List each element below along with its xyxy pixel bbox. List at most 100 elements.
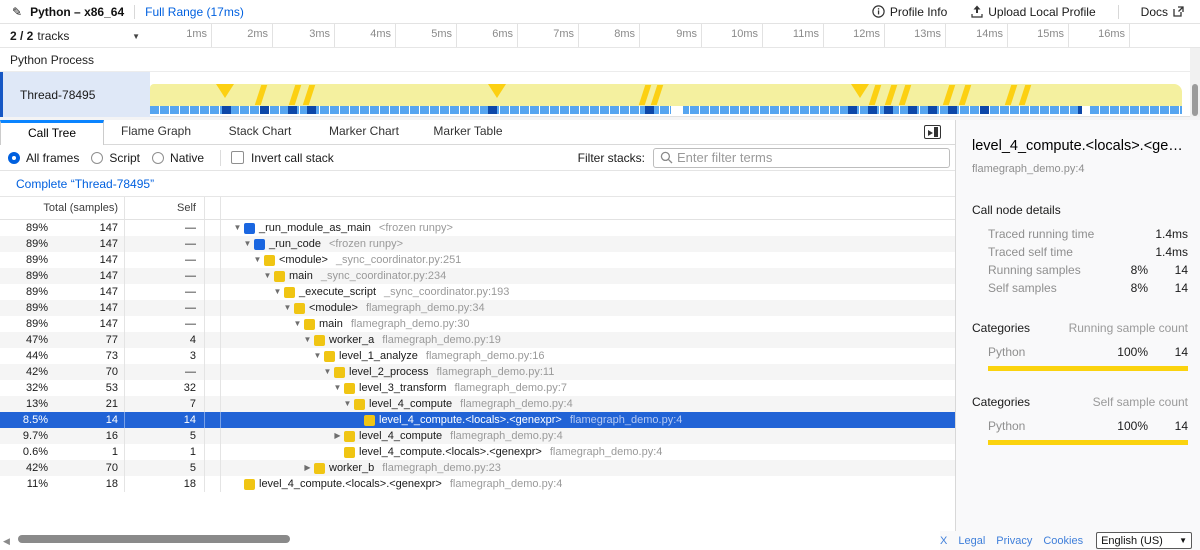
tab-call-tree[interactable]: Call Tree <box>0 120 104 145</box>
invert-call-stack-checkbox[interactable] <box>231 151 244 164</box>
thread-activity-graph[interactable] <box>150 72 1182 117</box>
footer-link-x[interactable]: X <box>940 535 947 547</box>
radio-label[interactable]: Script <box>109 151 140 165</box>
process-track-header[interactable]: Python Process <box>0 48 1200 72</box>
expand-collapse-icon[interactable]: ▼ <box>261 268 274 284</box>
upload-profile-button[interactable]: Upload Local Profile <box>959 0 1107 23</box>
footer-link-privacy[interactable]: Privacy <box>996 535 1032 547</box>
marker-slash-icon[interactable] <box>1019 85 1031 105</box>
ruler-tick-label: 14ms <box>943 28 1003 40</box>
breadcrumb-complete-thread[interactable]: Complete “Thread-78495” <box>16 177 154 191</box>
expand-collapse-icon[interactable]: ▼ <box>231 220 244 236</box>
table-row[interactable]: 11%18 18 level_4_compute.<locals>.<genex… <box>0 476 955 492</box>
radio-label[interactable]: All frames <box>26 151 79 165</box>
table-row[interactable]: 8.5%14 14 level_4_compute.<locals>.<gene… <box>0 412 955 428</box>
docs-button[interactable]: Docs <box>1129 0 1200 23</box>
tab-stack-chart[interactable]: Stack Chart <box>208 120 312 144</box>
column-header-total[interactable]: Total (samples) <box>0 197 124 219</box>
header-actions: Profile Info Upload Local Profile Docs <box>860 0 1200 23</box>
table-row[interactable]: 47%77 4 ▼ worker_a flamegraph_demo.py:19 <box>0 332 955 348</box>
table-row[interactable]: 42%70 — ▼ level_2_process flamegraph_dem… <box>0 364 955 380</box>
table-row[interactable]: 89%147 — ▼ _run_module_as_main <frozen r… <box>0 220 955 236</box>
expand-collapse-icon[interactable]: ▶ <box>331 428 344 444</box>
invert-call-stack-label[interactable]: Invert call stack <box>251 151 334 165</box>
radio-script[interactable] <box>91 152 103 164</box>
footer-link-cookies[interactable]: Cookies <box>1043 535 1083 547</box>
profile-info-button[interactable]: Profile Info <box>860 0 959 23</box>
horizontal-scrollbar[interactable]: ◀ <box>0 532 955 550</box>
table-row[interactable]: 13%21 7 ▼ level_4_compute flamegraph_dem… <box>0 396 955 412</box>
expand-collapse-icon[interactable]: ▼ <box>271 284 284 300</box>
marker-slash-icon[interactable] <box>255 85 267 105</box>
radio-label[interactable]: Native <box>170 151 204 165</box>
language-select[interactable]: English (US) ▼ <box>1096 532 1192 549</box>
full-range-button[interactable]: Full Range (17ms) <box>145 5 244 19</box>
table-row[interactable]: 9.7%16 5 ▶ level_4_compute flamegraph_de… <box>0 428 955 444</box>
timeline-vertical-scrollbar[interactable] <box>1190 48 1200 117</box>
table-row[interactable]: 89%147 — ▼ <module> _sync_coordinator.py… <box>0 252 955 268</box>
thread-track-label[interactable]: Thread-78495 <box>0 72 150 117</box>
row-self-count: 14 <box>125 412 205 428</box>
sidebar-toggle-icon[interactable] <box>924 125 941 139</box>
marker-slash-icon[interactable] <box>885 85 897 105</box>
table-row[interactable]: 89%147 — ▼ main flamegraph_demo.py:30 <box>0 316 955 332</box>
table-row[interactable]: 44%73 3 ▼ level_1_analyze flamegraph_dem… <box>0 348 955 364</box>
radio-native[interactable] <box>152 152 164 164</box>
marker-slash-icon[interactable] <box>959 85 971 105</box>
row-total-count: 18 <box>48 476 124 492</box>
table-row[interactable]: 89%147 — ▼ _execute_script _sync_coordin… <box>0 284 955 300</box>
expand-collapse-icon[interactable]: ▼ <box>241 236 254 252</box>
marker-triangle-icon[interactable] <box>216 84 234 98</box>
function-name: level_4_compute.<locals>.<genexpr> <box>379 412 562 428</box>
scroll-left-arrow-icon[interactable]: ◀ <box>3 536 10 547</box>
marker-slash-icon[interactable] <box>1005 85 1017 105</box>
expand-collapse-icon[interactable]: ▶ <box>301 460 314 476</box>
filter-stacks-input[interactable] <box>677 150 949 165</box>
marker-slash-icon[interactable] <box>639 85 651 105</box>
detail-percent: 100% <box>1104 343 1148 361</box>
ruler-tick-label: 1ms <box>147 28 207 40</box>
expand-collapse-icon[interactable]: ▼ <box>341 396 354 412</box>
tab-marker-chart[interactable]: Marker Chart <box>312 120 416 144</box>
function-name: level_4_compute <box>359 428 442 444</box>
table-row[interactable]: 89%147 — ▼ main _sync_coordinator.py:234 <box>0 268 955 284</box>
expand-collapse-icon[interactable]: ▼ <box>281 300 294 316</box>
function-name: _execute_script <box>299 284 376 300</box>
expand-collapse-icon[interactable]: ▼ <box>331 380 344 396</box>
timeline-scroll-thumb[interactable] <box>1192 84 1198 116</box>
table-row[interactable]: 89%147 — ▼ <module> flamegraph_demo.py:3… <box>0 300 955 316</box>
table-row[interactable]: 89%147 — ▼ _run_code <frozen runpy> <box>0 236 955 252</box>
marker-triangle-icon[interactable] <box>851 84 869 98</box>
ruler-tick-label: 9ms <box>637 28 697 40</box>
sample-dark-segment <box>908 106 917 114</box>
expand-collapse-icon[interactable]: ▼ <box>321 364 334 380</box>
column-header-self[interactable]: Self <box>125 197 205 219</box>
table-row[interactable]: 32%53 32 ▼ level_3_transform flamegraph_… <box>0 380 955 396</box>
categories-title: Categories <box>972 321 1069 335</box>
expand-collapse-icon[interactable]: ▼ <box>301 332 314 348</box>
expand-collapse-icon[interactable]: ▼ <box>251 252 264 268</box>
timeline-ruler[interactable]: 2 / 2 tracks ▼ 1ms2ms3ms4ms5ms6ms7ms8ms9… <box>0 24 1200 48</box>
marker-slash-icon[interactable] <box>899 85 911 105</box>
marker-slash-icon[interactable] <box>303 85 315 105</box>
ruler-tick-label: 6ms <box>453 28 513 40</box>
tab-marker-table[interactable]: Marker Table <box>416 120 520 144</box>
edit-pencil-icon[interactable]: ✎ <box>12 5 22 19</box>
row-self-count: 18 <box>125 476 205 492</box>
marker-slash-icon[interactable] <box>943 85 955 105</box>
marker-triangle-icon[interactable] <box>488 84 506 98</box>
table-row[interactable]: 42%70 5 ▶ worker_b flamegraph_demo.py:23 <box>0 460 955 476</box>
table-row[interactable]: 0.6%1 1 level_4_compute.<locals>.<genexp… <box>0 444 955 460</box>
tab-flame-graph[interactable]: Flame Graph <box>104 120 208 144</box>
filter-stacks: Filter stacks: <box>578 148 950 168</box>
radio-all-frames[interactable] <box>8 152 20 164</box>
marker-slash-icon[interactable] <box>289 85 301 105</box>
marker-slash-icon[interactable] <box>651 85 663 105</box>
horizontal-scroll-thumb[interactable] <box>18 535 290 543</box>
tracks-dropdown-button[interactable]: 2 / 2 tracks ▼ <box>0 24 150 48</box>
expand-collapse-icon[interactable]: ▼ <box>311 348 324 364</box>
expand-collapse-icon[interactable]: ▼ <box>291 316 304 332</box>
marker-slash-icon[interactable] <box>869 85 881 105</box>
thread-track[interactable]: Thread-78495 <box>0 72 1200 117</box>
footer-link-legal[interactable]: Legal <box>958 535 985 547</box>
